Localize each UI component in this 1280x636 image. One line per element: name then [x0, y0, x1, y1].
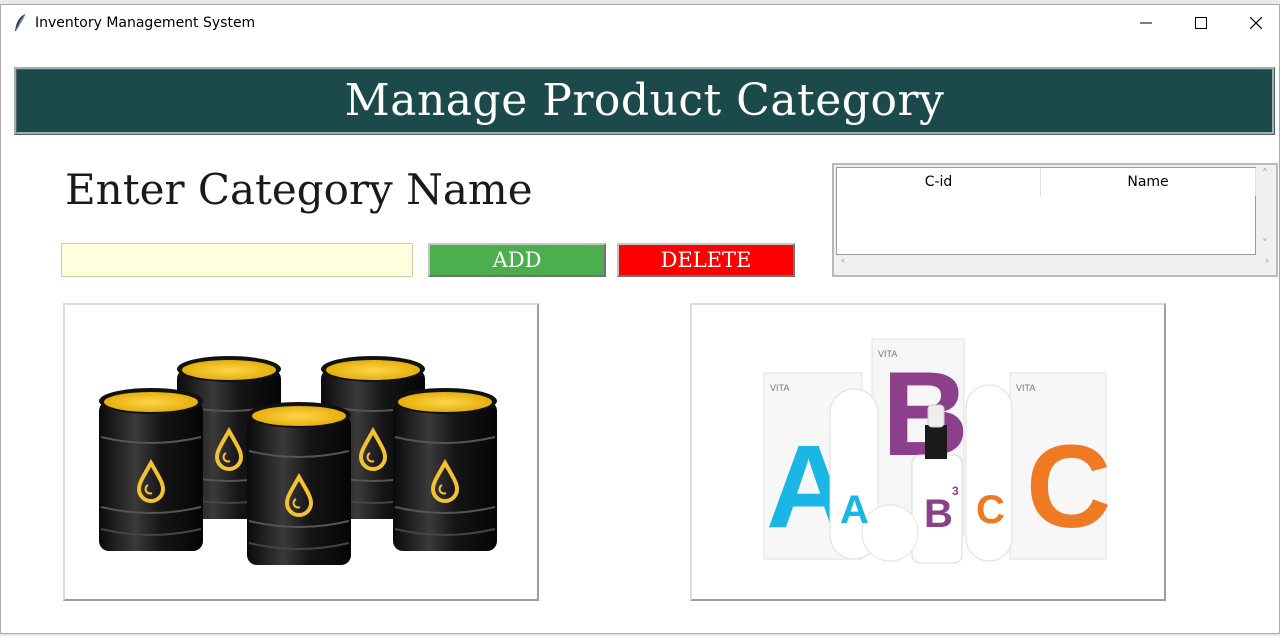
letter-a-small: A: [840, 488, 869, 532]
scroll-left-icon[interactable]: ˂: [840, 258, 846, 272]
column-header-cid[interactable]: C-id: [837, 168, 1041, 196]
window-title: Inventory Management System: [35, 15, 256, 31]
letter-b-small: B: [924, 492, 953, 536]
close-button[interactable]: [1233, 5, 1279, 41]
superscript-small: 3: [952, 484, 959, 498]
scroll-right-icon[interactable]: ˃: [1264, 258, 1270, 272]
header-banner: Manage Product Category: [14, 67, 1275, 135]
delete-button[interactable]: DELETE: [617, 243, 795, 277]
vitamin-bottles-image: A B 3 C VITA VITA VITA A B 3 C: [690, 303, 1166, 601]
maximize-icon: [1195, 17, 1207, 29]
brand-label-2: VITA: [878, 349, 897, 359]
add-button[interactable]: ADD: [428, 243, 606, 277]
horizontal-scrollbar[interactable]: ˂ ˃: [836, 257, 1276, 275]
category-name-label: Enter Category Name: [65, 165, 533, 214]
category-name-input[interactable]: [61, 243, 413, 277]
maximize-button[interactable]: [1178, 5, 1224, 41]
table-body[interactable]: C-id Name: [836, 167, 1256, 255]
letter-c-big: C: [1026, 421, 1111, 553]
vertical-scrollbar[interactable]: ˄ ˅: [1258, 167, 1276, 255]
oil-barrel-icon: [97, 354, 499, 567]
brand-label-3: VITA: [1016, 383, 1035, 393]
minimize-icon: [1140, 22, 1152, 24]
brand-label-1: VITA: [770, 383, 789, 393]
letter-c-small: C: [976, 488, 1005, 532]
title-bar: Inventory Management System: [1, 5, 1279, 41]
vitamin-bottle-icon: A B 3 C VITA VITA VITA A B 3 C: [763, 338, 1111, 564]
page-title: Manage Product Category: [344, 75, 945, 126]
close-icon: [1250, 17, 1262, 29]
column-header-name[interactable]: Name: [1041, 168, 1256, 196]
feather-icon: [15, 13, 26, 31]
app-window: Inventory Management System Manage Produ…: [0, 4, 1280, 634]
scroll-up-icon[interactable]: ˄: [1262, 167, 1268, 181]
category-table: C-id Name ˄ ˅ ˂ ˃: [832, 163, 1278, 277]
minimize-button[interactable]: [1123, 5, 1169, 41]
scroll-down-icon[interactable]: ˅: [1262, 237, 1268, 251]
oil-barrels-image: [63, 303, 539, 601]
superscript-big: 3: [942, 379, 956, 409]
